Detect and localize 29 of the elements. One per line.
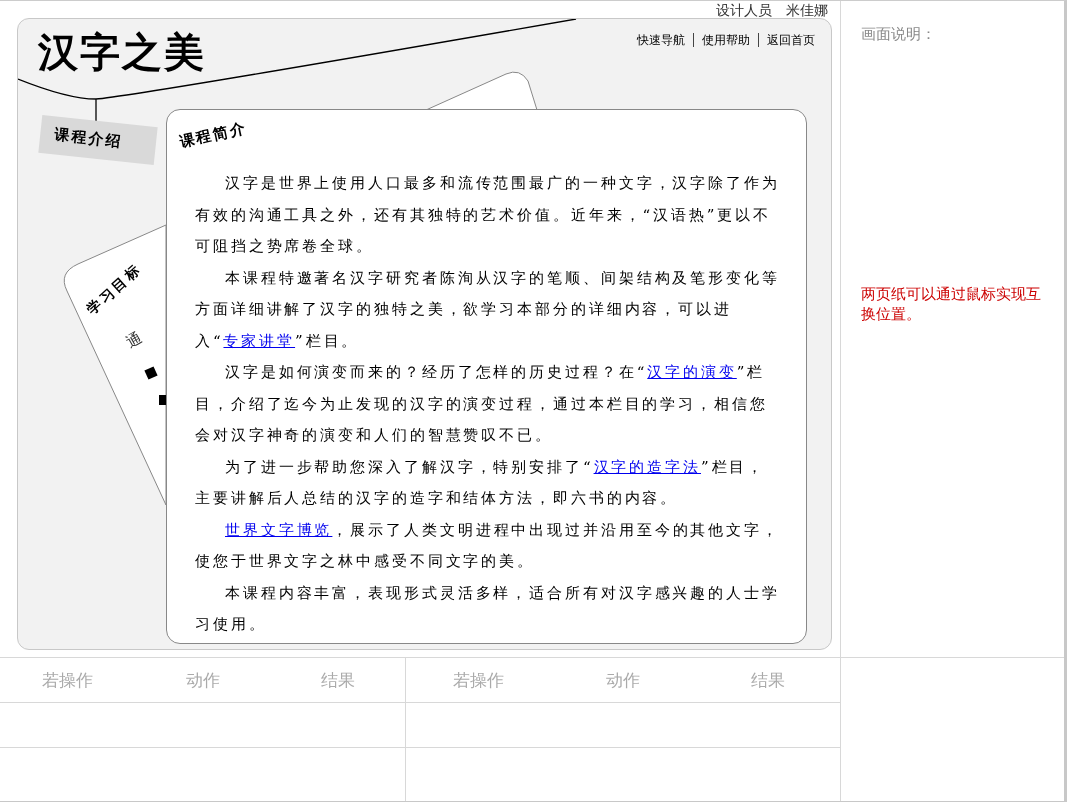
section-tab[interactable]: 课程介绍 — [38, 115, 158, 165]
text-link[interactable]: 专家讲堂 — [223, 331, 296, 350]
site-title: 汉字之美 — [38, 28, 206, 77]
column-header: 动作 — [184, 668, 221, 692]
column-header: 若操作 — [41, 668, 94, 692]
nav-link[interactable]: 快速导航 — [629, 33, 693, 47]
paragraph: 本课程特邀著名汉字研究者陈洵从汉字的笔顺、间架结构及笔形变化等方面详细讲解了汉字的独特之美，欲学习本部分的详细内容，可以进入“专家讲堂”栏目。 — [195, 267, 781, 352]
text-link[interactable]: 汉字的演变 — [647, 363, 737, 381]
column-header: 若操作 — [451, 668, 505, 692]
notes-heading: 画面说明： — [861, 25, 937, 44]
designer-credit: 设计人员 米佳娜 — [716, 2, 828, 18]
text-link[interactable]: 汉字的造字法 — [593, 457, 701, 476]
page-text: 通 — [123, 329, 144, 351]
paragraph: 世界文字博览，展示了人类文明进程中出现过并沿用至今的其他文字，使您于世界文字之林中感受不同文字的美。 — [195, 519, 781, 572]
paragraph: 汉字是如何演变而来的？经历了怎样的历史过程？在“汉字的演变”栏目，介绍了迄今为止发现的汉字的演变过程，通过本栏目的学习，相信您会对汉字神奇的演变和人们的智慧赞叹不已。 — [195, 362, 769, 446]
notes-text: 两页纸可以通过鼠标实现互换位置。 — [861, 284, 1041, 324]
paragraph: 本课程内容丰富，表现形式灵活多样，适合所有对汉字感兴趣的人士学习使用。 — [195, 582, 781, 635]
column-header: 动作 — [605, 668, 641, 692]
bullet-icon — [144, 366, 158, 380]
bullet-icon — [159, 395, 166, 405]
paragraph: 为了进一步帮助您深入了解汉字，特别安排了“汉字的造字法”栏目，主要讲解后人总结的汉字的造字和结体方法，即六书的内容。 — [195, 456, 767, 509]
paragraph: 汉字是世界上使用人口最多和流传范围最广的一种文字，汉字除了作为有效的沟通工具之外，还有其独特的艺术价值。近年来，“汉语热”更以不可阻挡之势席卷全球。 — [195, 173, 781, 257]
nav-link[interactable]: 返回首页 — [758, 33, 823, 47]
nav-link[interactable]: 使用帮助 — [693, 33, 758, 47]
page-title: 课程简介 — [177, 119, 249, 152]
text-link[interactable]: 世界文字博览 — [225, 520, 333, 539]
page-title: 学习目标 — [83, 260, 145, 318]
column-header: 结果 — [749, 668, 786, 692]
column-header: 结果 — [319, 668, 356, 692]
